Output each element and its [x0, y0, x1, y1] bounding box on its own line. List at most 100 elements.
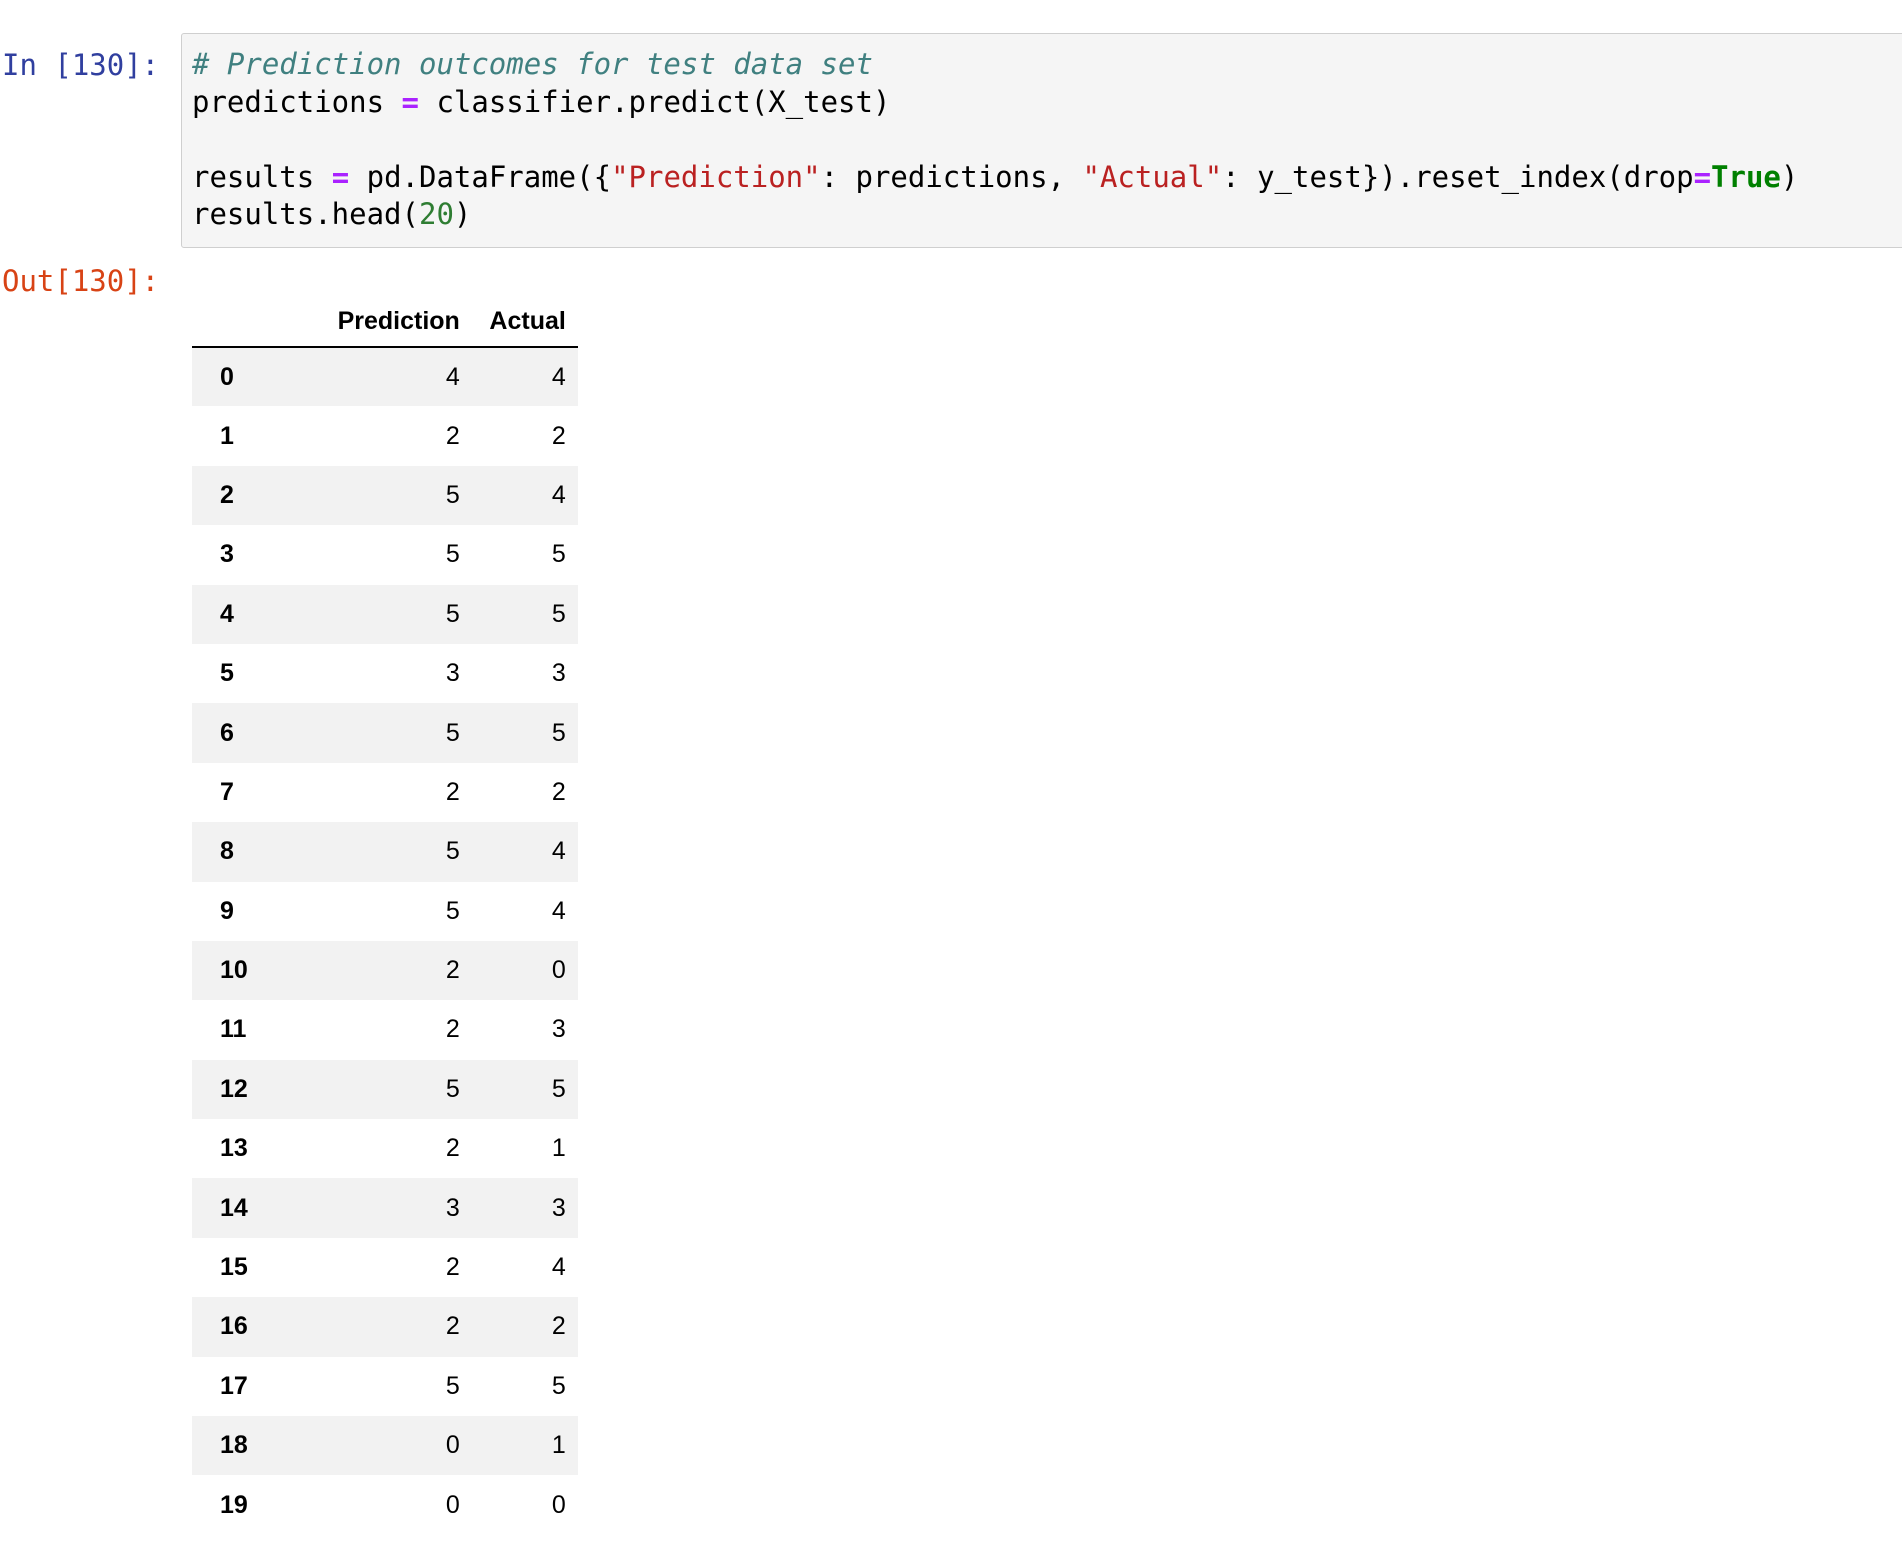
- code-comment: # Prediction outcomes for test data set: [192, 47, 873, 81]
- cell-actual: 3: [551, 659, 566, 688]
- table-row: 15 2 4: [192, 1238, 578, 1297]
- cell-actual: 2: [551, 1312, 566, 1341]
- cell-prediction: 5: [445, 599, 460, 628]
- table-row: 2 5 4: [192, 465, 578, 526]
- cell-prediction: 0: [445, 1490, 460, 1519]
- code-token: : y_test}).reset_index(drop: [1222, 159, 1694, 194]
- results-dataframe: Prediction Actual 0441222543554555336557…: [192, 296, 578, 1535]
- table-row: 1 2 2: [192, 406, 578, 465]
- table-row: 18 0 1: [192, 1416, 578, 1476]
- code-keyword: True: [1711, 159, 1781, 194]
- cell-prediction: 2: [445, 1015, 460, 1044]
- row-index: 10: [220, 956, 248, 985]
- code-string: "Prediction": [611, 159, 821, 194]
- table-row: 8 5 4: [192, 822, 578, 882]
- row-index: 9: [220, 896, 234, 925]
- cell-prediction: 2: [445, 1312, 460, 1341]
- cell-actual: 4: [551, 1253, 566, 1282]
- index-header: [192, 296, 260, 348]
- code-operator: =: [1693, 159, 1712, 194]
- code-token: : predictions,: [820, 159, 1083, 194]
- cell-actual: 1: [551, 1431, 566, 1460]
- row-index: 12: [220, 1074, 248, 1103]
- output-area: Prediction Actual 0441222543554555336557…: [192, 296, 578, 1535]
- table-row: 17 5 5: [192, 1357, 578, 1416]
- table-row: 16 2 2: [192, 1297, 578, 1357]
- table-row: 0 4 4: [192, 347, 578, 407]
- cell-prediction: 5: [445, 1371, 460, 1400]
- row-index: 0: [220, 362, 234, 391]
- cell-actual: 4: [551, 480, 566, 509]
- cell-prediction: 5: [445, 718, 460, 747]
- code-token: results: [192, 159, 315, 194]
- table-row: 9 5 4: [192, 882, 578, 941]
- cell-actual: 4: [551, 837, 566, 866]
- table-row: 7 2 2: [192, 763, 578, 822]
- cell-actual: 4: [551, 362, 566, 391]
- code-token: predictions: [192, 84, 385, 119]
- code-token: pd.DataFrame({: [366, 159, 612, 194]
- cell-actual: 0: [551, 956, 566, 985]
- cell-prediction: 5: [445, 480, 460, 509]
- code-string: "Actual": [1082, 159, 1223, 194]
- output-prompt: Out[130]:: [2, 264, 160, 298]
- code-token: ): [1780, 159, 1799, 194]
- cell-prediction: 5: [445, 896, 460, 925]
- table-row: 3 5 5: [192, 525, 578, 584]
- code-token: results.head(: [192, 197, 419, 231]
- cell-actual: 5: [551, 718, 566, 747]
- cell-actual: 3: [551, 1015, 566, 1044]
- column-header-actual: Actual: [471, 296, 578, 348]
- cell-actual: 2: [551, 777, 566, 806]
- cell-prediction: 2: [445, 777, 460, 806]
- cell-prediction: 5: [445, 837, 460, 866]
- row-index: 4: [220, 599, 234, 628]
- cell-actual: 5: [551, 1371, 566, 1400]
- row-index: 15: [220, 1253, 248, 1282]
- cell-actual: 3: [551, 1193, 566, 1222]
- code-operator: =: [401, 84, 419, 119]
- row-index: 1: [220, 421, 234, 450]
- row-index: 11: [220, 1015, 247, 1044]
- cell-prediction: 2: [445, 1134, 460, 1163]
- cell-prediction: 4: [445, 362, 460, 391]
- code-number: 20: [418, 197, 454, 231]
- table-row: 11 2 3: [192, 1000, 578, 1059]
- row-index: 19: [220, 1490, 248, 1519]
- table-row: 14 3 3: [192, 1178, 578, 1238]
- cell-prediction: 2: [445, 1253, 460, 1282]
- cell-prediction: 3: [445, 659, 460, 688]
- table-row: 19 0 0: [192, 1475, 578, 1534]
- row-index: 3: [220, 540, 234, 569]
- column-header-prediction: Prediction: [259, 296, 472, 348]
- cell-actual: 1: [551, 1134, 566, 1163]
- row-index: 6: [220, 718, 234, 747]
- cell-actual: 5: [551, 1074, 566, 1103]
- table-row: 4 5 5: [192, 584, 578, 644]
- row-index: 5: [220, 659, 234, 688]
- cell-prediction: 0: [445, 1431, 460, 1460]
- code-operator: =: [331, 159, 350, 194]
- cell-prediction: 2: [445, 421, 460, 450]
- table-body: 0 4 4 1 2 2 2 5 4 3 5 5 4 5 5 5 3 3 6 5 5 7 2 2 8 5 4 9 5 4 10 2 0 11 2 3 12…: [192, 347, 578, 1535]
- cell-prediction: 5: [445, 540, 460, 569]
- code-token: classifier.predict(X_test): [436, 84, 891, 119]
- cell-prediction: 5: [445, 1074, 460, 1103]
- table-header-row: Prediction Actual: [192, 296, 578, 348]
- cell-actual: 2: [551, 421, 566, 450]
- row-index: 13: [220, 1134, 248, 1163]
- cell-prediction: 2: [445, 956, 460, 985]
- row-index: 16: [220, 1312, 248, 1341]
- code-editor[interactable]: # Prediction outcomes for test data set …: [192, 46, 1798, 234]
- cell-actual: 4: [551, 896, 566, 925]
- row-index: 17: [220, 1371, 248, 1400]
- cell-actual: 0: [551, 1490, 566, 1519]
- table-row: 13 2 1: [192, 1119, 578, 1178]
- row-index: 8: [220, 837, 234, 866]
- cell-prediction: 3: [445, 1193, 460, 1222]
- row-index: 14: [220, 1193, 248, 1222]
- cell-actual: 5: [551, 599, 566, 628]
- row-index: 7: [220, 777, 234, 806]
- code-input-area[interactable]: # Prediction outcomes for test data set …: [181, 33, 1902, 248]
- table-row: 6 5 5: [192, 703, 578, 763]
